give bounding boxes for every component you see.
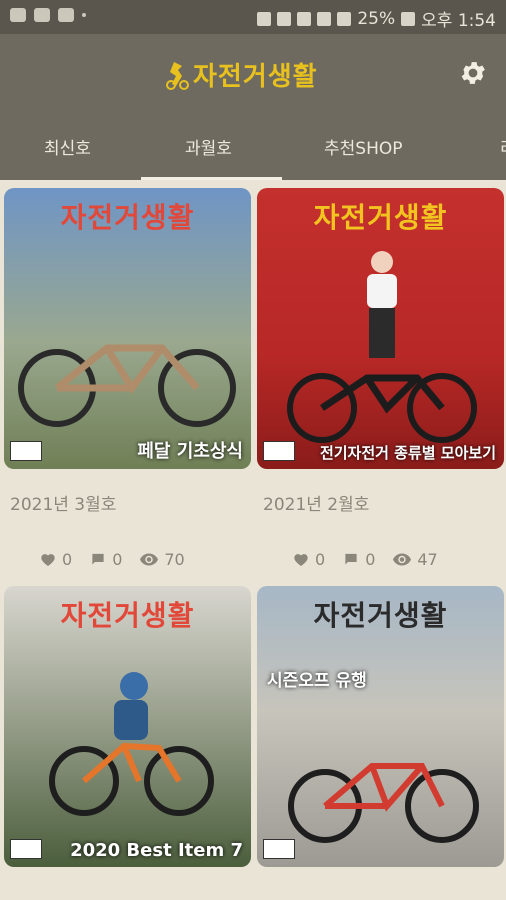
likes-stat[interactable]: 0: [293, 550, 325, 569]
settings-gear-icon[interactable]: [458, 58, 488, 88]
battery-icon: [401, 11, 416, 26]
cover-image[interactable]: 자전거생활 시즌오프 유행: [257, 586, 504, 867]
signal-icon: [337, 11, 352, 26]
nfc-icon: [277, 11, 292, 26]
barcode: [263, 441, 295, 461]
issue-card[interactable]: 자전거생활 2020 Best Item 7: [4, 578, 251, 900]
chat-notification-icon: [34, 8, 50, 22]
views-stat: 47: [393, 550, 438, 569]
bicycle-illustration: [18, 344, 236, 427]
tv-notification-icon: [58, 8, 74, 22]
cover-headline: 2020 Best Item 7: [70, 840, 243, 861]
views-count: 70: [164, 550, 185, 569]
more-dot-icon: [82, 13, 86, 17]
tab-bar: 최신호 과월호 추천SHOP 리: [0, 114, 506, 180]
issue-stats: 0 0 70: [40, 550, 185, 569]
eye-icon: [140, 553, 159, 566]
comments-count: 0: [365, 550, 376, 569]
cover-title: 자전거생활: [313, 201, 448, 234]
comment-icon: [92, 553, 104, 565]
eye-icon: [393, 553, 412, 566]
tab-overflow[interactable]: 리: [500, 134, 506, 159]
cover-image[interactable]: 자전거생활 2020 Best Item 7: [4, 586, 251, 867]
status-bar: 25% 오후 1:54: [0, 0, 506, 34]
issue-label: 2021년 2월호: [263, 495, 370, 515]
bicycle-illustration: [288, 763, 479, 843]
issue-card[interactable]: 자전거생활 페달 기초상식 2021년 3월호 0 0 70: [4, 180, 251, 580]
comments-stat[interactable]: 0: [90, 550, 122, 569]
app-logo: 자전거생활: [165, 56, 318, 93]
comment-icon: [345, 553, 357, 565]
alarm-icon: [297, 11, 312, 26]
cover-headline: 시즌오프 유행: [267, 671, 367, 691]
likes-count: 0: [62, 550, 73, 569]
heart-icon: [41, 554, 55, 567]
likes-stat[interactable]: 0: [40, 550, 72, 569]
cover-title: 자전거생활: [60, 201, 195, 234]
issue-card[interactable]: 자전거생활 전기자전거 종류별 모아보기 2021년 2월호 0 0 47: [257, 180, 504, 580]
issue-label: 2021년 3월호: [10, 495, 117, 515]
tab-latest[interactable]: 최신호: [44, 134, 91, 159]
notification-icons: [10, 8, 86, 22]
bluetooth-icon: [257, 11, 272, 26]
bicycle-illustration: [287, 373, 477, 443]
rider-illustration: [49, 672, 214, 816]
app-notification-icon: [10, 8, 26, 22]
heart-icon: [294, 554, 308, 567]
app-title: 자전거생활: [193, 62, 318, 92]
cover-headline: 페달 기초상식: [137, 441, 243, 462]
cover-headline: 전기자전거 종류별 모아보기: [319, 444, 496, 462]
cyclist-logo-icon: [166, 61, 189, 90]
cover-image[interactable]: 자전거생활 전기자전거 종류별 모아보기: [257, 188, 504, 469]
comments-stat[interactable]: 0: [343, 550, 375, 569]
issue-stats: 0 0 47: [293, 550, 438, 569]
app-bar: 자전거생활: [0, 34, 506, 114]
battery-percent: 25%: [357, 8, 396, 29]
views-stat: 70: [140, 550, 185, 569]
tab-back-issues[interactable]: 과월호: [185, 134, 232, 159]
issue-grid: 자전거생활 페달 기초상식 2021년 3월호 0 0 70 자전거생활 전기자…: [0, 180, 506, 900]
issue-card[interactable]: 자전거생활 시즌오프 유행: [257, 578, 504, 900]
barcode: [10, 441, 42, 461]
cover-title: 자전거생활: [60, 599, 195, 632]
barcode: [10, 839, 42, 859]
views-count: 47: [417, 550, 438, 569]
cover-image[interactable]: 자전거생활 페달 기초상식: [4, 188, 251, 469]
cover-title: 자전거생활: [313, 599, 448, 632]
wifi-icon: [317, 11, 332, 26]
clock: 오후 1:54: [421, 11, 496, 31]
tab-recommended-shop[interactable]: 추천SHOP: [324, 134, 403, 159]
comments-count: 0: [112, 550, 123, 569]
likes-count: 0: [315, 550, 326, 569]
barcode: [263, 839, 295, 859]
